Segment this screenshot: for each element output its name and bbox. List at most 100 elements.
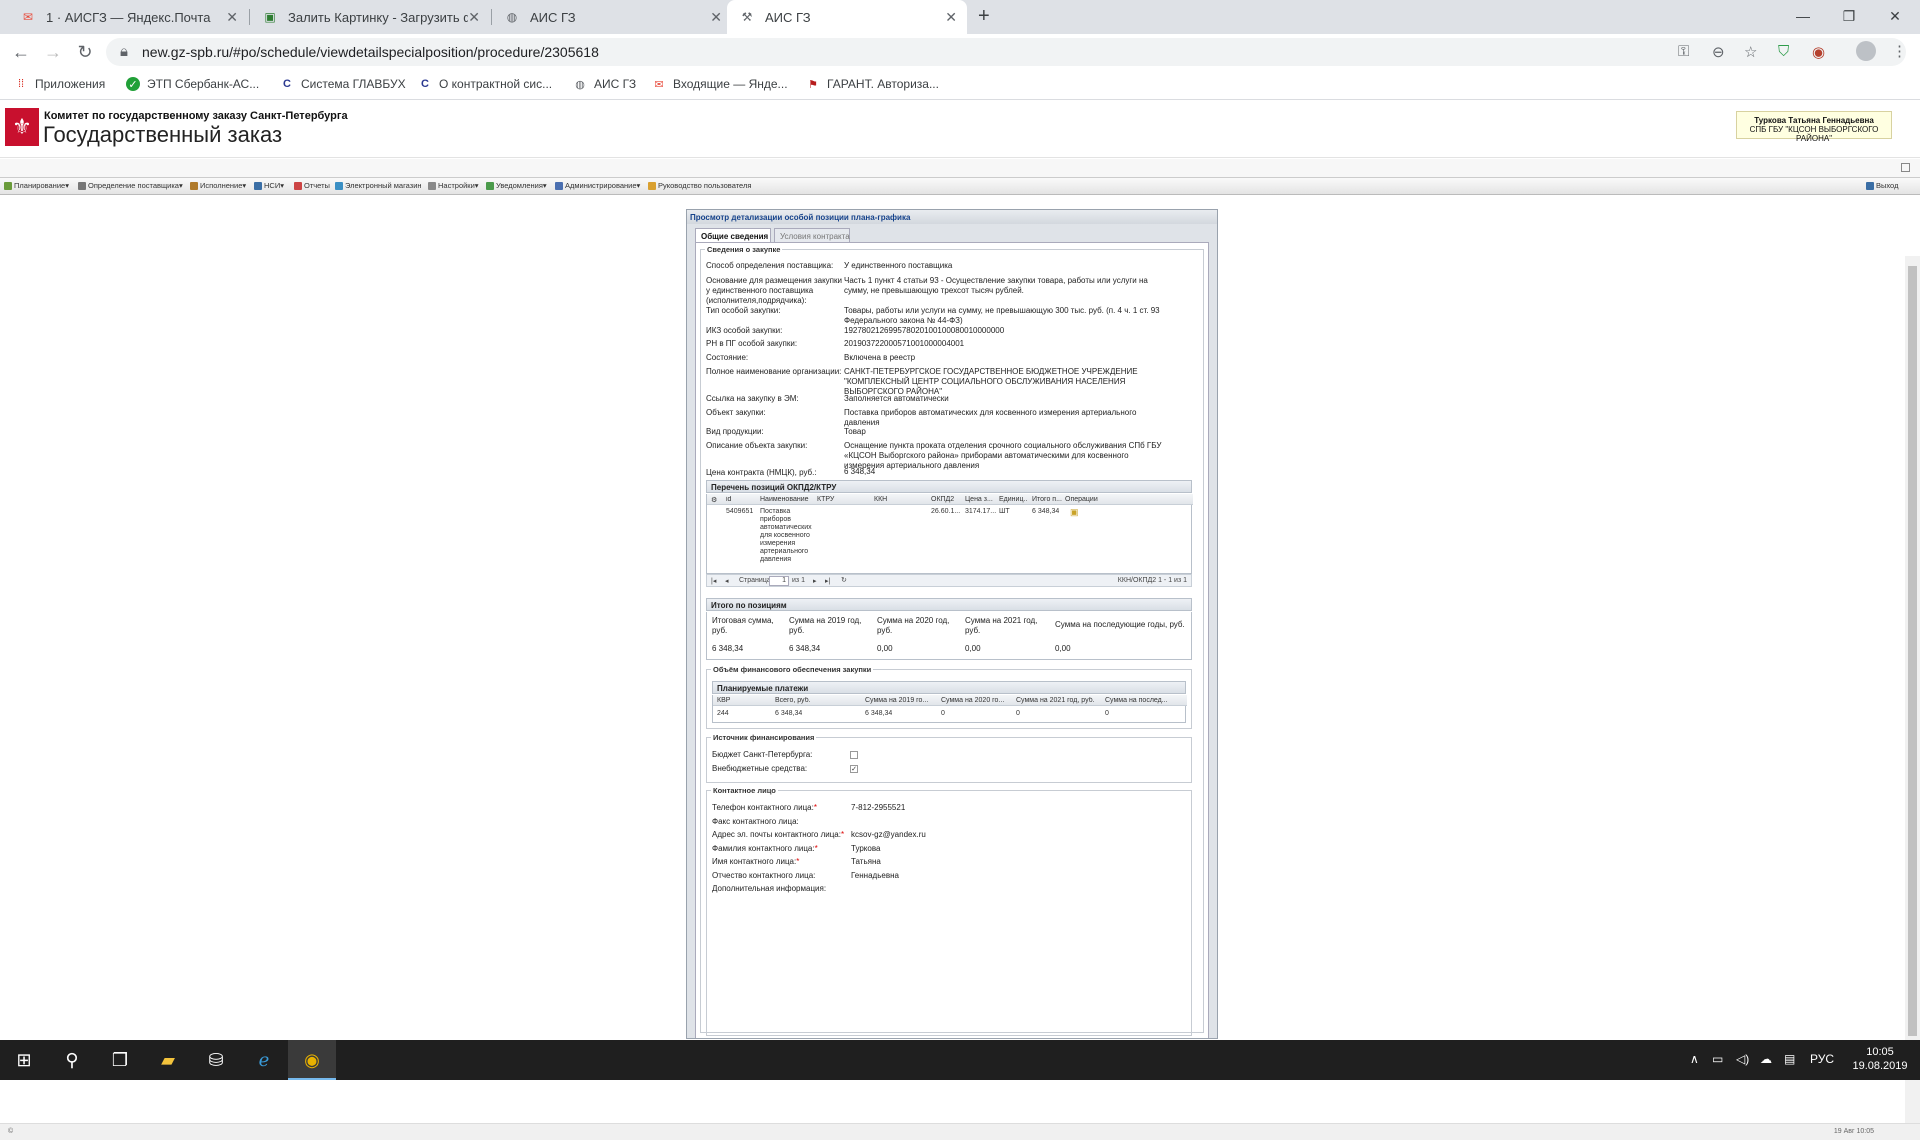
browser-tab-ais-gz-active[interactable]: ⚒ АИС ГЗ ✕	[727, 0, 967, 34]
menu-user-guide[interactable]: Руководство пользователя	[648, 181, 751, 190]
page-number-input[interactable]: 1	[769, 576, 789, 586]
ie-browser-icon[interactable]: ℯ	[240, 1040, 288, 1080]
profile-avatar[interactable]	[1856, 41, 1876, 61]
sync-icon[interactable]: ☁	[1760, 1052, 1772, 1066]
menu-settings[interactable]: Настройки ▾	[428, 181, 479, 190]
close-icon[interactable]: ✕	[945, 9, 957, 26]
prev-page-icon[interactable]: ◂	[725, 577, 729, 585]
menu-execution[interactable]: Исполнение ▾	[190, 181, 246, 190]
col-2019[interactable]: Сумма на 2019 го...	[865, 697, 939, 704]
browser-tab-upload-image[interactable]: ▣ Залить Картинку - Загрузить фо ✕	[250, 0, 490, 34]
language-indicator[interactable]: РУС	[1810, 1052, 1834, 1066]
zoom-icon[interactable]: ⊖	[1712, 43, 1725, 61]
star-icon[interactable]: ☆	[1744, 43, 1757, 61]
col-ktru[interactable]: КТРУ	[817, 496, 867, 503]
address-bar[interactable]: 🔒︎ new.gz-spb.ru/#po/schedule/viewdetail…	[106, 38, 1906, 66]
bookmark-apps[interactable]: ⁞⁞ Приложения	[14, 77, 105, 91]
task-view-icon[interactable]: ❐	[96, 1040, 144, 1080]
col-price[interactable]: Цена з...	[965, 496, 993, 503]
col-okpd[interactable]: ОКПД2	[931, 496, 961, 503]
next-page-icon[interactable]: ▸	[813, 577, 817, 585]
bookmark-contract-system[interactable]: CО контрактной сис...	[418, 77, 552, 91]
search-icon[interactable]: ⚲	[48, 1040, 96, 1080]
col-unit[interactable]: Единиц...	[999, 496, 1027, 503]
col-kkn[interactable]: ККН	[874, 496, 924, 503]
menu-notifications[interactable]: Уведомления ▾	[486, 181, 547, 190]
close-icon[interactable]: ✕	[710, 9, 722, 26]
planning-icon	[4, 181, 12, 190]
first-page-icon[interactable]: |◂	[711, 577, 716, 585]
site-title: Государственный заказ	[43, 122, 283, 147]
cell-unit: ШТ	[999, 508, 1010, 515]
nsi-icon	[254, 181, 262, 190]
col-total[interactable]: Всего, руб.	[775, 697, 861, 704]
tab-general-info[interactable]: Общие сведения	[695, 228, 771, 242]
col-id[interactable]: id	[726, 496, 756, 503]
volume-icon[interactable]: ◁)	[1736, 1052, 1749, 1066]
close-icon[interactable]: ✕	[468, 9, 480, 26]
notification-tray-icon[interactable]: ▤	[1784, 1052, 1795, 1066]
budget-checkbox[interactable]	[850, 751, 858, 759]
extra-budget-checkbox[interactable]: ✓	[850, 765, 858, 773]
col-2020[interactable]: Сумма на 2020 го...	[941, 697, 1015, 704]
col-later[interactable]: Сумма на послед...	[1105, 697, 1179, 704]
bookmark-yandex-inbox[interactable]: ✉ Входящие — Янде...	[652, 77, 787, 91]
bookmark-garant[interactable]: ⚑ ГАРАНТ. Авториза...	[806, 77, 939, 91]
network-icon[interactable]: ▭	[1712, 1052, 1723, 1066]
menu-nsi[interactable]: НСИ ▾	[254, 181, 284, 190]
chrome-icon[interactable]: ◉	[288, 1040, 336, 1080]
menu-planning[interactable]: Планирование ▾	[4, 181, 69, 190]
col-total[interactable]: Итого п...	[1032, 496, 1062, 503]
bookmark-sberbank[interactable]: ✓ ЭТП Сбербанк-АС...	[126, 77, 259, 91]
tab-contract-terms[interactable]: Условия контракта	[774, 228, 850, 242]
menu-exit[interactable]: Выход	[1866, 181, 1898, 190]
field-value: Товары, работы или услуги на сумму, не п…	[844, 306, 1160, 325]
cell-total: 6 348,34	[1032, 508, 1060, 515]
bookmark-glavbuh[interactable]: C Система ГЛАВБУХ	[280, 77, 406, 91]
restore-icon[interactable]: ❐	[1826, 0, 1872, 32]
contact-firstname-value: Татьяна	[851, 857, 881, 866]
file-explorer-icon[interactable]: ▰	[144, 1040, 192, 1080]
user-badge[interactable]: Туркова Татьяна Геннадьевна СПБ ГБУ "КЦС…	[1736, 111, 1892, 143]
cell-2019: 6 348,34	[865, 710, 893, 717]
store-icon[interactable]: ⛁	[192, 1040, 240, 1080]
menu-supplier[interactable]: Определение поставщика ▾	[78, 181, 183, 190]
close-icon[interactable]: ✕	[226, 9, 238, 26]
scrollbar-thumb[interactable]	[1908, 266, 1917, 1036]
col-kvr[interactable]: КВР	[717, 697, 773, 704]
field-label: Объект закупки:	[706, 408, 766, 417]
field-label: РН в ПГ особой закупки:	[706, 339, 798, 348]
clock[interactable]: 10:05 19.08.2019	[1852, 1045, 1908, 1073]
new-tab-icon[interactable]: +	[978, 5, 990, 28]
col-2021[interactable]: Сумма на 2021 год, руб.	[1016, 697, 1102, 704]
site-header: ⚜ Комитет по государственному заказу Сан…	[0, 101, 1920, 158]
page-scrollbar[interactable]	[1905, 256, 1920, 1123]
tray-arrow-icon[interactable]: ∧	[1690, 1052, 1699, 1066]
grid-settings-icon[interactable]: ⚙	[711, 496, 717, 504]
menu-reports[interactable]: Отчеты	[294, 181, 330, 190]
menu-emarket[interactable]: Электронный магазин	[335, 181, 422, 190]
col-name[interactable]: Наименование ...	[760, 496, 810, 503]
sberbank-icon: ✓	[126, 77, 140, 91]
web-page: ⚜ Комитет по государственному заказу Сан…	[0, 101, 1920, 1140]
wrench-icon	[428, 181, 436, 190]
key-icon[interactable]: ⚿	[1678, 43, 1689, 60]
extension-icon[interactable]: ◉	[1812, 43, 1825, 61]
refresh-icon[interactable]: ↻	[841, 576, 847, 584]
windows-start-icon[interactable]: ⊞	[0, 1040, 48, 1080]
back-icon[interactable]: ←	[10, 41, 32, 63]
shield-extension-icon[interactable]: ⛉	[1778, 43, 1789, 60]
minimize-icon[interactable]: —	[1780, 0, 1826, 32]
menu-dots-icon[interactable]: ⋮	[1892, 42, 1907, 60]
field-value: Часть 1 пункт 4 статьи 93 - Осуществлени…	[844, 276, 1148, 295]
last-page-icon[interactable]: ▸|	[825, 577, 830, 585]
bookmark-ais-gz[interactable]: ◍ АИС ГЗ	[573, 77, 636, 91]
window-close-icon[interactable]: ✕	[1872, 0, 1918, 32]
edit-operation-icon[interactable]: ▣	[1070, 507, 1079, 518]
menu-admin[interactable]: Администрирование ▾	[555, 181, 640, 190]
browser-tab-ais-gz-1[interactable]: ◍ АИС ГЗ ✕	[492, 0, 732, 34]
browser-tab-yandex-mail[interactable]: ✉ 1 · АИСГЗ — Яндекс.Почта ✕	[8, 0, 248, 34]
reload-icon[interactable]: ↻	[74, 41, 96, 63]
collapse-icon[interactable]	[1901, 163, 1910, 172]
forward-icon[interactable]: →	[42, 41, 64, 63]
